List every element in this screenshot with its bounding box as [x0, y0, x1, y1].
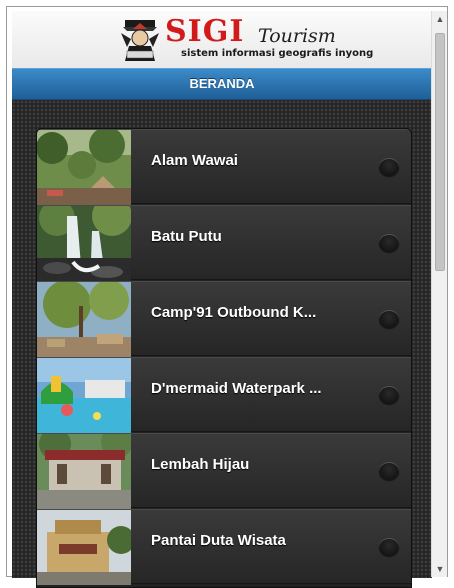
- thumbnail-image: [37, 130, 131, 205]
- thumbnail-image: [37, 510, 131, 585]
- page-title[interactable]: BERANDA: [12, 69, 432, 99]
- logo-title: SIGI: [165, 14, 245, 49]
- logo-script: Tourism: [258, 25, 336, 47]
- item-arrow-button[interactable]: [379, 462, 399, 480]
- scroll-up-arrow-icon[interactable]: ▲: [432, 11, 448, 27]
- list-item[interactable]: Pantai Duta Wisata: [37, 509, 411, 585]
- navbar: BERANDA: [12, 68, 432, 100]
- item-label: D'mermaid Waterpark ...: [151, 380, 322, 397]
- logo-mascot-icon: [121, 20, 159, 61]
- item-label: Batu Putu: [151, 228, 222, 245]
- item-label: Alam Wawai: [151, 152, 238, 169]
- thumbnail-image: [37, 206, 131, 281]
- app-header: SIGI Tourism sistem informasi geografis …: [12, 11, 432, 68]
- item-arrow-button[interactable]: [379, 310, 399, 328]
- thumbnail-image: [37, 434, 131, 509]
- list-item[interactable]: Alam Wawai: [37, 129, 411, 205]
- list-item[interactable]: Batu Putu: [37, 205, 411, 281]
- thumbnail-image: [37, 282, 131, 357]
- item-label: Camp'91 Outbound K...: [151, 304, 317, 321]
- item-label: Pantai Duta Wisata: [151, 532, 286, 549]
- thumbnail-image: [37, 358, 131, 433]
- item-label: Lembah Hijau: [151, 456, 250, 473]
- scroll-thumb[interactable]: [435, 33, 445, 271]
- item-arrow-button[interactable]: [379, 538, 399, 556]
- vertical-scrollbar[interactable]: ▲ ▼: [431, 11, 447, 577]
- list-item[interactable]: D'mermaid Waterpark ...: [37, 357, 411, 433]
- list-item[interactable]: Lembah Hijau: [37, 433, 411, 509]
- list-item[interactable]: Camp'91 Outbound K...: [37, 281, 411, 357]
- item-arrow-button[interactable]: [379, 234, 399, 252]
- destination-list: Alam Wawai Batu Putu Camp'91 Outbound K.…: [36, 128, 412, 588]
- scroll-down-arrow-icon[interactable]: ▼: [432, 561, 448, 577]
- item-arrow-button[interactable]: [379, 386, 399, 404]
- item-arrow-button[interactable]: [379, 158, 399, 176]
- logo-tagline: sistem informasi geografis inyong: [181, 48, 374, 59]
